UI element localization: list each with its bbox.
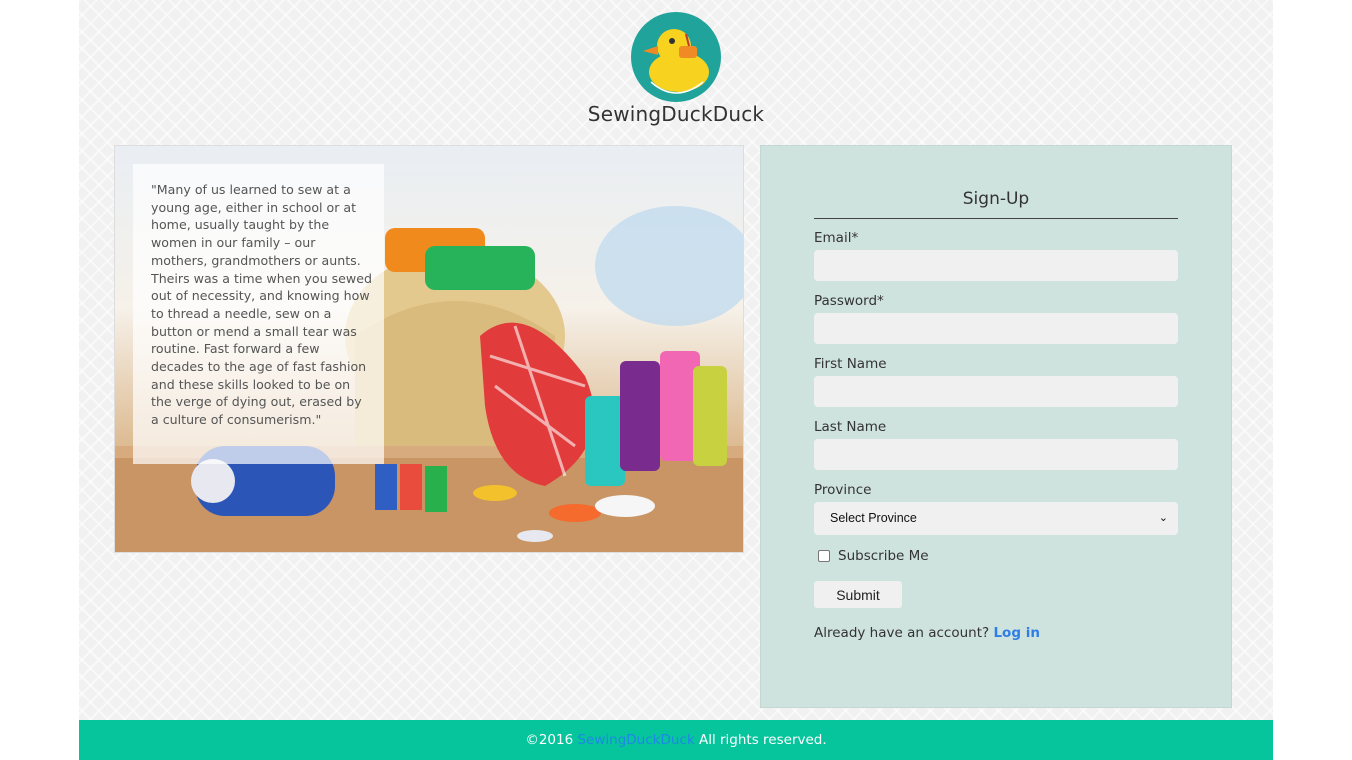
submit-button[interactable]: Submit bbox=[814, 581, 902, 608]
chevron-down-icon: ⌄ bbox=[1158, 512, 1168, 524]
signup-title: Sign-Up bbox=[814, 189, 1178, 219]
quote-box: "Many of us learned to sew at a young ag… bbox=[133, 164, 384, 464]
subscribe-row: Subscribe Me bbox=[814, 548, 1178, 564]
password-label: Password* bbox=[814, 293, 884, 309]
subscribe-label[interactable]: Subscribe Me bbox=[838, 548, 929, 564]
hero-quote: "Many of us learned to sew at a young ag… bbox=[151, 182, 372, 428]
duck-logo-icon[interactable] bbox=[631, 12, 721, 102]
page-background: SewingDuckDuck "Many of us learned to se… bbox=[79, 0, 1273, 760]
email-field[interactable] bbox=[814, 250, 1178, 281]
province-label: Province bbox=[814, 482, 872, 498]
last-name-field[interactable] bbox=[814, 439, 1178, 470]
email-label: Email* bbox=[814, 230, 859, 246]
copyright-text: ©2016 bbox=[525, 732, 574, 748]
first-name-field[interactable] bbox=[814, 376, 1178, 407]
province-select[interactable]: Select Province ⌄ bbox=[814, 502, 1178, 535]
province-selected-value: Select Province bbox=[830, 511, 917, 525]
login-link[interactable]: Log in bbox=[993, 625, 1039, 641]
subscribe-checkbox[interactable] bbox=[818, 550, 830, 562]
rights-text: All rights reserved. bbox=[698, 732, 827, 748]
site-title[interactable]: SewingDuckDuck bbox=[79, 102, 1273, 126]
login-prompt-text: Already have an account? bbox=[814, 625, 990, 641]
header: SewingDuckDuck bbox=[79, 12, 1273, 126]
hero-image: "Many of us learned to sew at a young ag… bbox=[114, 145, 744, 553]
first-name-label: First Name bbox=[814, 356, 887, 372]
last-name-label: Last Name bbox=[814, 419, 887, 435]
footer-site-link[interactable]: SewingDuckDuck bbox=[577, 732, 694, 748]
login-prompt: Already have an account? Log in bbox=[814, 625, 1178, 641]
footer: ©2016 SewingDuckDuck All rights reserved… bbox=[79, 720, 1273, 760]
signup-panel: Sign-Up Email* Password* First Name Last… bbox=[760, 145, 1232, 708]
password-field[interactable] bbox=[814, 313, 1178, 344]
